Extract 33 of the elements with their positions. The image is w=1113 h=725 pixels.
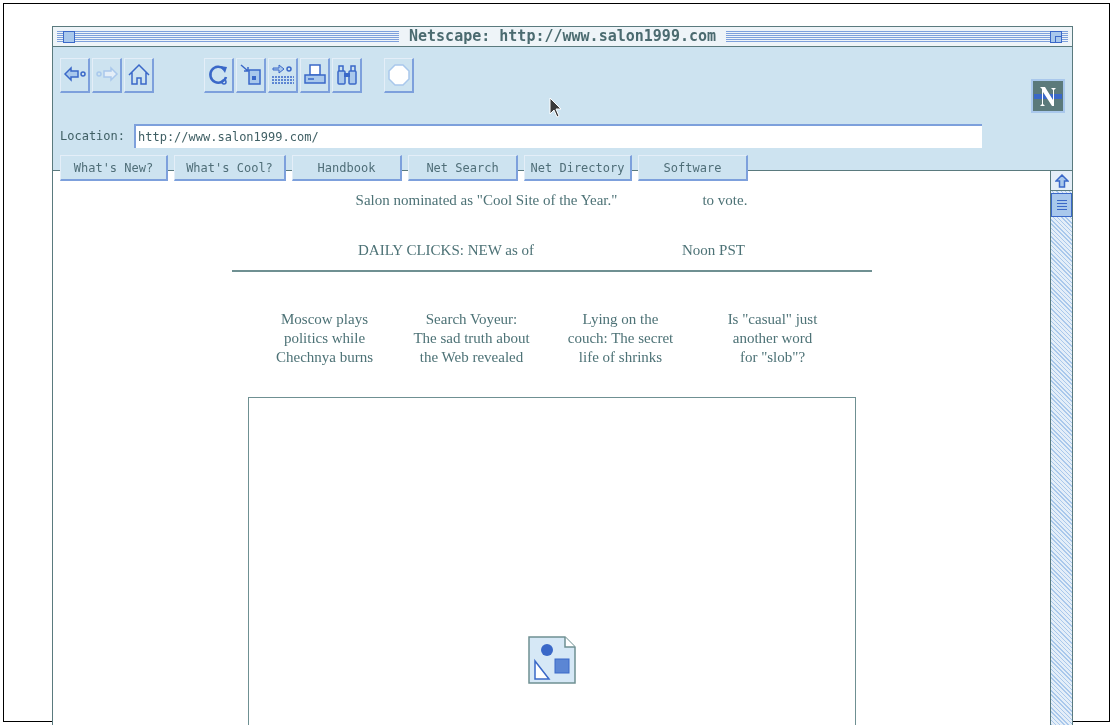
zoom-box[interactable] <box>1050 30 1062 43</box>
scroll-up-icon[interactable] <box>1051 171 1072 191</box>
location-label: Location: <box>60 128 127 145</box>
octagon-icon <box>385 62 412 88</box>
headline-text: DAILY CLICKS: NEW as of <box>358 240 534 260</box>
directory-button[interactable]: Net Search <box>408 155 518 181</box>
directory-button[interactable]: What's New? <box>60 155 168 181</box>
toolbar-button[interactable] <box>332 58 362 93</box>
directory-button[interactable]: What's Cool? <box>174 155 286 181</box>
story-link[interactable]: Search Voyeur: The sad truth about the Web revealed <box>396 310 547 367</box>
story-link[interactable]: Is "casual" just another word for "slob"? <box>694 310 851 367</box>
toolbar-button[interactable] <box>124 58 154 93</box>
toolbar-button[interactable] <box>204 58 234 93</box>
netscape-logo-icon <box>1031 79 1065 113</box>
story-link[interactable]: Moscow plays politics while Chechnya burns <box>252 310 397 367</box>
location-field[interactable]: http://www.salon1999.com/ <box>134 124 982 148</box>
toolbar-button[interactable] <box>60 58 90 93</box>
toolbar-button[interactable] <box>268 58 298 93</box>
headline-text: Noon PST <box>682 240 745 260</box>
scroll-thumb[interactable] <box>1051 193 1072 217</box>
mouse-pointer-icon <box>549 97 563 119</box>
headline-text: Salon nominated as "Cool Site of the Year." <box>355 191 618 210</box>
toolbar-button[interactable] <box>300 58 330 93</box>
directory-button[interactable]: Net Directory <box>524 155 632 181</box>
directory-button[interactable]: Handbook <box>292 155 402 181</box>
toolbar-button[interactable] <box>236 58 266 93</box>
story-link[interactable]: Lying on the couch: The secret life of shrinks <box>546 310 695 367</box>
scrollbar[interactable] <box>1050 171 1072 725</box>
close-box[interactable] <box>63 30 75 43</box>
broken-image-icon <box>526 635 577 685</box>
headline-text: to vote. <box>702 191 748 210</box>
directory-button[interactable]: Software <box>638 155 748 181</box>
window-title: Netscape: http://www.salon1999.com <box>408 26 718 48</box>
